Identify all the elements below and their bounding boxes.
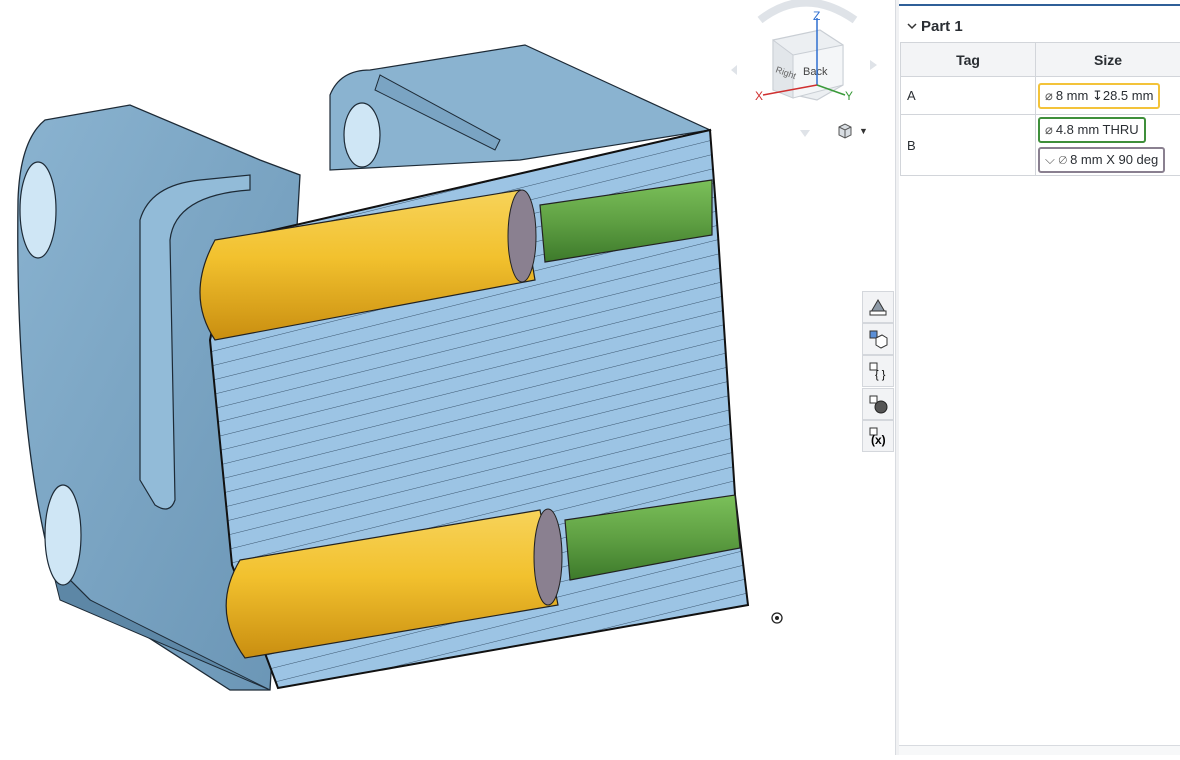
axis-x-label: X <box>755 89 763 103</box>
part-label: Part 1 <box>921 18 963 35</box>
part-group-header[interactable]: Part 1 <box>901 10 1180 43</box>
countersink-icon: ⌵ ⌀ <box>1045 152 1067 167</box>
origin-point-icon <box>770 611 784 625</box>
variables-icon: (x) <box>867 425 889 447</box>
callout-text: 8 mm ↧28.5 mm <box>1056 88 1154 103</box>
table-row[interactable]: B ⌀4.8 mm THRU ⌵ ⌀8 mm X 90 deg <box>901 115 1180 176</box>
cube-view-icon <box>836 122 854 140</box>
hole-callout-counterbore[interactable]: ⌀8 mm ↧28.5 mm <box>1038 83 1160 109</box>
flange-hole-bottom <box>45 485 81 585</box>
section-view-icon <box>867 393 889 415</box>
graphics-viewport[interactable]: Back Right Z X Y ▼ <box>0 0 895 755</box>
named-views-button[interactable] <box>862 323 894 355</box>
column-header-size[interactable]: Size <box>1036 43 1180 77</box>
variables-button[interactable]: (x) <box>862 420 894 452</box>
diameter-icon: ⌀ <box>1045 88 1053 103</box>
table-header-row: Tag Size <box>901 43 1180 77</box>
callout-text: 8 mm X 90 deg <box>1070 152 1158 167</box>
table-row[interactable]: A ⌀8 mm ↧28.5 mm <box>901 77 1180 115</box>
render-mode-icon <box>867 296 889 318</box>
chevron-down-icon <box>907 21 917 31</box>
svg-text:(x): (x) <box>871 433 886 447</box>
diameter-icon: ⌀ <box>1045 122 1053 137</box>
svg-text:{ }: { } <box>875 369 886 381</box>
hole-table-panel: Part 1 Tag Size A ⌀8 mm ↧28.5 mm B <box>899 0 1180 755</box>
axis-y-label: Y <box>845 89 853 103</box>
hole-callout-countersink[interactable]: ⌵ ⌀8 mm X 90 deg <box>1038 147 1165 173</box>
hole-a-cb-bottom-lower <box>534 509 562 605</box>
lug-hole <box>344 103 380 167</box>
panel-accent-line <box>899 4 1180 6</box>
column-header-tag[interactable]: Tag <box>901 43 1036 77</box>
section-view-button[interactable] <box>862 388 894 420</box>
tag-cell: A <box>901 77 1036 115</box>
render-mode-button[interactable] <box>862 291 894 323</box>
panel-bottom-bar <box>899 745 1180 755</box>
hole-callout-thru[interactable]: ⌀4.8 mm THRU <box>1038 117 1146 143</box>
named-views-icon <box>867 328 889 350</box>
axis-z-label: Z <box>813 9 820 23</box>
view-cube-front-label: Back <box>803 66 828 78</box>
size-cell: ⌀4.8 mm THRU ⌵ ⌀8 mm X 90 deg <box>1036 115 1180 176</box>
flange-hole-top <box>20 162 56 258</box>
hole-a-cb-bottom <box>508 190 536 282</box>
configurations-icon: { } <box>867 360 889 382</box>
configurations-button[interactable]: { } <box>862 355 894 387</box>
tag-cell: B <box>901 115 1036 176</box>
hole-table: Tag Size A ⌀8 mm ↧28.5 mm B ⌀4.8 mm THRU <box>900 42 1180 176</box>
view-cube-menu[interactable]: ▼ <box>836 120 876 142</box>
chevron-down-icon: ▼ <box>859 126 868 136</box>
size-cell: ⌀8 mm ↧28.5 mm <box>1036 77 1180 115</box>
callout-text: 4.8 mm THRU <box>1056 122 1139 137</box>
